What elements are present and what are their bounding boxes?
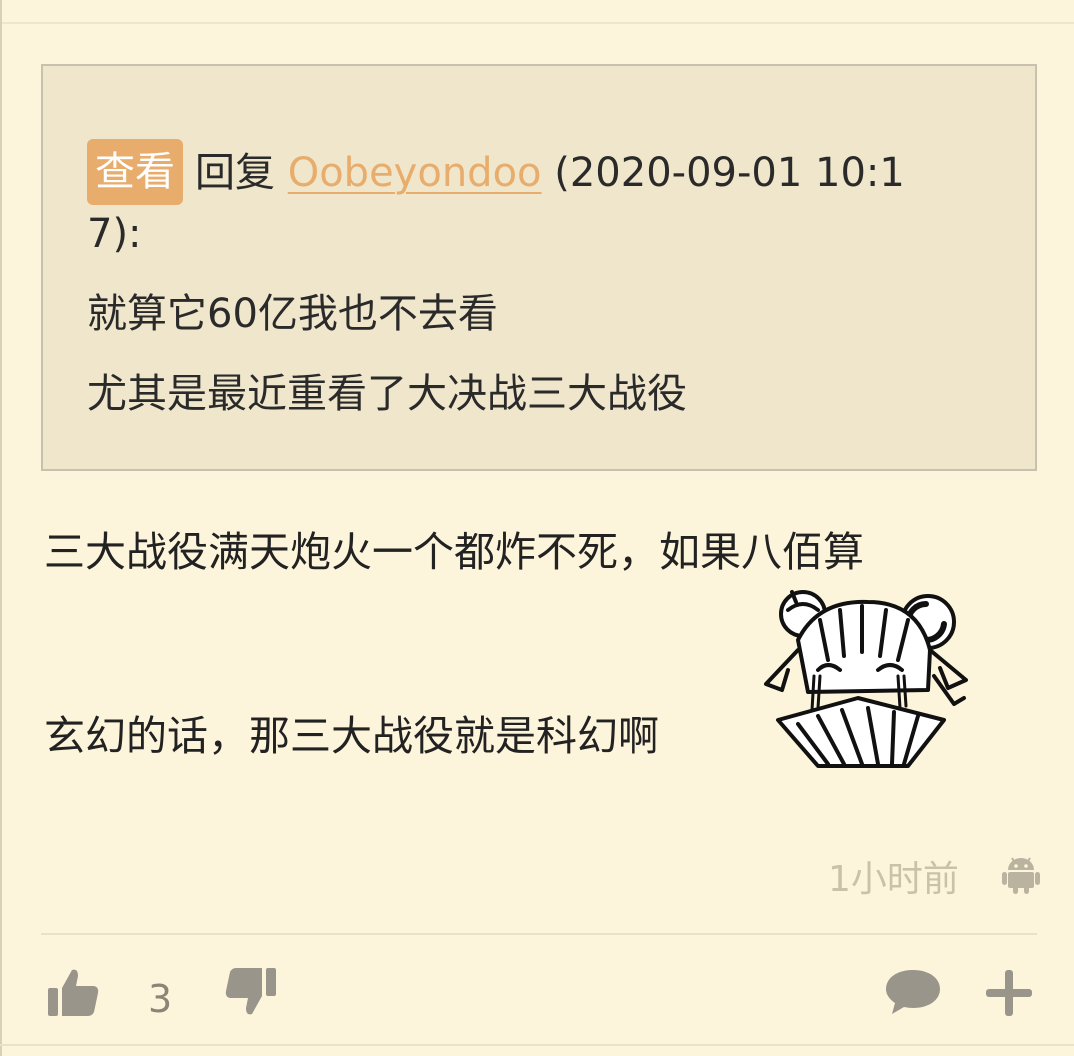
comment-text-line-2: 玄幻的话，那三大战役就是科幻啊 — [44, 712, 659, 760]
quote-timestamp: (2020-09-01 10:1 — [554, 150, 905, 196]
like-count: 3 — [148, 977, 173, 1021]
quoted-reply-box: 查看 回复 Oobeyondoo (2020-09-01 10:1 7): 就算它… — [41, 64, 1037, 471]
top-divider — [0, 22, 1074, 24]
quote-text-line-2: 尤其是最近重看了大决战三大战役 — [87, 371, 687, 417]
comment-time: 1小时前 — [828, 859, 959, 900]
actions-divider — [41, 933, 1037, 935]
quoted-username[interactable]: Oobeyondoo — [288, 150, 542, 196]
anime-sticker-image — [764, 590, 968, 768]
reply-prefix: 回复 — [195, 150, 275, 196]
quote-text-line-1: 就算它60亿我也不去看 — [87, 291, 498, 337]
comment-bubble-icon[interactable] — [884, 966, 942, 1016]
thumbs-up-icon[interactable] — [46, 966, 100, 1018]
bottom-divider — [0, 1044, 1074, 1046]
quote-timestamp-continued: 7): — [87, 211, 142, 257]
plus-icon[interactable] — [984, 968, 1034, 1018]
left-border — [0, 0, 2, 1056]
android-icon — [1002, 857, 1040, 894]
thumbs-down-icon[interactable] — [224, 966, 278, 1018]
comment-text-line-1: 三大战役满天炮火一个都炸不死，如果八佰算 — [44, 528, 864, 576]
view-button[interactable]: 查看 — [87, 139, 183, 205]
quote-header: 查看 回复 Oobeyondoo (2020-09-01 10:1 — [87, 139, 905, 208]
